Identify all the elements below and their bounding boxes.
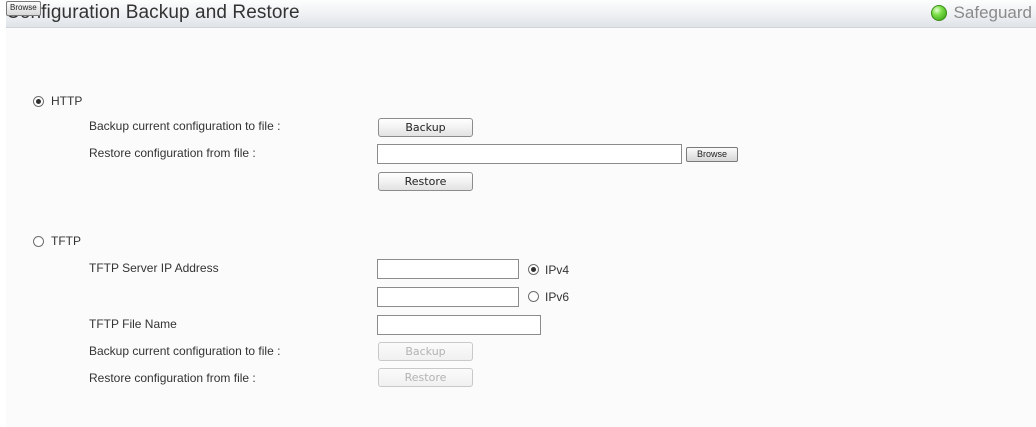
tftp-backup-label: Backup current configuration to file : [89,344,281,358]
tftp-file-name-input[interactable] [377,315,541,335]
tftp-label: TFTP [51,234,81,248]
ipv6-radio[interactable] [528,291,539,302]
http-radio[interactable] [33,96,44,107]
tftp-radio[interactable] [33,236,44,247]
ipv4-label: IPv4 [545,263,570,277]
content-panel [6,0,1036,427]
tftp-server-ip-label: TFTP Server IP Address [89,261,219,275]
tftp-ipv4-input[interactable] [377,259,519,279]
browse-button-overlay[interactable]: Browse [6,1,41,16]
safeguard-label: Safeguard [953,3,1032,22]
ipv4-radio[interactable] [528,264,539,275]
http-label: HTTP [51,94,83,108]
http-restore-button[interactable]: Restore [378,172,473,191]
tftp-restore-label: Restore configuration from file : [89,371,256,385]
tftp-file-name-label: TFTP File Name [89,317,177,331]
restore-file-input[interactable] [377,144,682,164]
tftp-restore-button[interactable]: Restore [378,368,473,387]
page-title: Configuration Backup and Restore [6,2,300,23]
tftp-ipv6-input[interactable] [377,287,519,307]
ipv6-label: IPv6 [545,290,570,304]
safeguard-indicator: Safeguard [930,3,1032,23]
http-restore-label: Restore configuration from file : [89,146,256,160]
tftp-backup-button[interactable]: Backup [378,342,473,361]
title-bar: Configuration Backup and Restore Browse … [6,0,1036,28]
http-backup-label: Backup current configuration to file : [89,119,281,133]
http-backup-button[interactable]: Backup [378,118,473,137]
browse-button[interactable]: Browse [686,147,738,162]
safeguard-status-icon [930,5,947,21]
